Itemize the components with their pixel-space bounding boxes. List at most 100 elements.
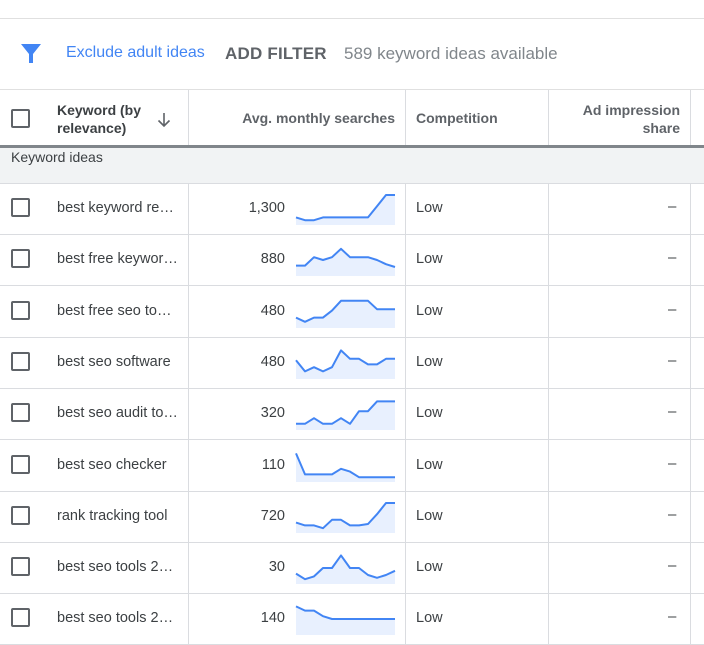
column-divider [548,336,549,388]
top-divider [0,18,704,19]
ad-impression-share: – [668,300,677,318]
column-divider [405,336,406,388]
column-divider [690,542,691,594]
column-header-competition[interactable]: Competition [416,110,498,126]
trend-sparkline [295,554,396,585]
keyword-text[interactable]: best free keywor… [57,251,178,267]
table-row[interactable]: best seo checker 110 Low – [0,439,704,492]
keyword-text[interactable]: best keyword re… [57,200,174,216]
select-all-checkbox[interactable] [11,109,30,128]
column-divider [548,234,549,286]
keyword-text[interactable]: best seo checker [57,457,167,473]
column-divider [405,183,406,234]
table-row[interactable]: best seo tools 2… 30 Low – [0,542,704,595]
exclude-adult-ideas-link[interactable]: Exclude adult ideas [66,44,205,62]
row-checkbox[interactable] [11,198,30,217]
avg-monthly-searches: 720 [260,507,285,524]
ad-impression-share: – [668,557,677,575]
keyword-text[interactable]: best seo audit to… [57,405,178,421]
table-row[interactable]: best free keywor… 880 Low – [0,234,704,287]
column-divider [690,439,691,491]
trend-sparkline [295,605,395,636]
table-row[interactable]: best seo audit to… 320 Low – [0,388,704,441]
table-header: Keyword (by relevance) Avg. monthly sear… [0,89,704,147]
column-divider [690,285,691,337]
row-checkbox[interactable] [11,351,30,371]
sparkline-area [296,502,395,533]
table-row[interactable]: best free seo to… 480 Low – [0,285,704,338]
column-divider [690,183,691,234]
row-checkbox[interactable] [11,300,30,320]
competition-level: Low [416,507,443,524]
ad-impression-share: – [668,351,677,369]
column-divider [690,336,691,388]
column-divider [690,90,691,146]
ad-impression-share: – [668,454,677,472]
column-divider [188,593,189,645]
keyword-text[interactable]: best seo software [57,354,171,370]
column-divider [548,439,549,491]
sort-arrow-down-icon[interactable] [157,112,171,128]
avg-monthly-searches: 110 [261,456,285,473]
ad-impression-share: – [668,505,677,523]
row-checkbox[interactable] [11,249,30,269]
column-divider [548,285,549,337]
column-divider [548,90,549,146]
row-checkbox[interactable] [11,454,30,474]
table-row[interactable]: rank tracking tool 720 Low – [0,490,704,543]
ad-impression-share: – [668,249,677,267]
column-divider [690,388,691,440]
filter-funnel-icon[interactable] [20,42,42,64]
avg-monthly-searches: 140 [260,610,285,627]
column-divider [405,234,406,286]
sparkline-area [296,401,395,431]
row-checkbox[interactable] [11,608,30,628]
row-checkbox[interactable] [11,557,30,577]
trend-sparkline [295,501,395,533]
column-header-avg-monthly-searches[interactable]: Avg. monthly searches [242,110,395,126]
table-row[interactable]: best seo tools 2… 140 Low – [0,593,704,645]
trend-sparkline [295,452,395,482]
column-divider [188,490,189,542]
trend-sparkline [295,194,395,225]
sparkline-area [296,555,395,585]
competition-level: Low [416,610,443,627]
keyword-text[interactable]: rank tracking tool [57,508,167,524]
keyword-ideas-count: 589 keyword ideas available [344,44,558,63]
competition-level: Low [416,251,443,268]
column-header-keyword-line2: relevance) [57,120,127,136]
column-divider [548,542,549,594]
column-header-keyword[interactable]: Keyword (by relevance) [57,101,141,137]
column-divider [690,234,691,286]
avg-monthly-searches: 320 [260,405,285,422]
column-divider [690,593,691,645]
competition-level: Low [416,456,443,473]
table-row[interactable]: best seo software 480 Low – [0,336,704,389]
column-header-ad-impression-share[interactable]: Ad impression share [583,101,680,137]
table-row[interactable]: best keyword re… 1,300 Low – [0,183,704,235]
column-divider [548,593,549,645]
competition-level: Low [416,200,443,216]
column-divider [405,285,406,337]
competition-level: Low [416,353,443,370]
sparkline-area [296,300,395,328]
competition-level: Low [416,559,443,576]
column-divider [405,542,406,594]
column-header-keyword-line1: Keyword (by [57,102,142,118]
column-divider [188,183,189,234]
avg-monthly-searches: 880 [260,251,285,268]
row-checkbox[interactable] [11,403,30,423]
column-divider [405,388,406,440]
keyword-text[interactable]: best seo tools 2… [57,559,173,575]
keyword-text[interactable]: best seo tools 2… [57,610,173,626]
column-divider [188,234,189,286]
add-filter-button[interactable]: ADD FILTER [225,44,327,64]
avg-monthly-searches: 1,300 [248,200,285,216]
column-divider [548,388,549,440]
column-divider [548,183,549,234]
ad-impression-share: – [668,608,677,626]
column-divider [188,336,189,388]
row-checkbox[interactable] [11,505,30,525]
keyword-text[interactable]: best free seo to… [57,303,171,319]
group-row-keyword-ideas: Keyword ideas [0,148,704,184]
